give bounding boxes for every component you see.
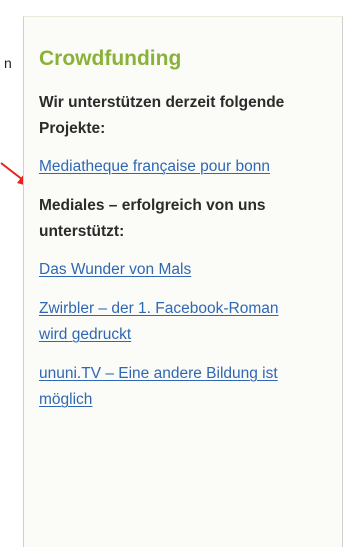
project-link-ununi-tv[interactable]: ununi.TV – Eine andere Bildung ist mögli…: [39, 361, 309, 413]
past-projects-heading: Mediales – erfolgreich von uns unterstüt…: [39, 197, 266, 240]
crowdfunding-sidebar-content: Crowdfunding Wir unterstützen derzeit fo…: [39, 46, 309, 413]
project-link-wunder-von-mals[interactable]: Das Wunder von Mals: [39, 257, 309, 283]
project-link-mediatheque[interactable]: Mediatheque française pour bonn: [39, 154, 309, 180]
clipped-left-text: n: [4, 56, 12, 70]
project-link-zwirbler[interactable]: Zwirbler – der 1. Facebook-Roman wird ge…: [39, 296, 309, 348]
sidebar-title: Crowdfunding: [39, 47, 182, 70]
current-projects-heading: Wir unterstützen derzeit folgende Projek…: [39, 94, 285, 137]
